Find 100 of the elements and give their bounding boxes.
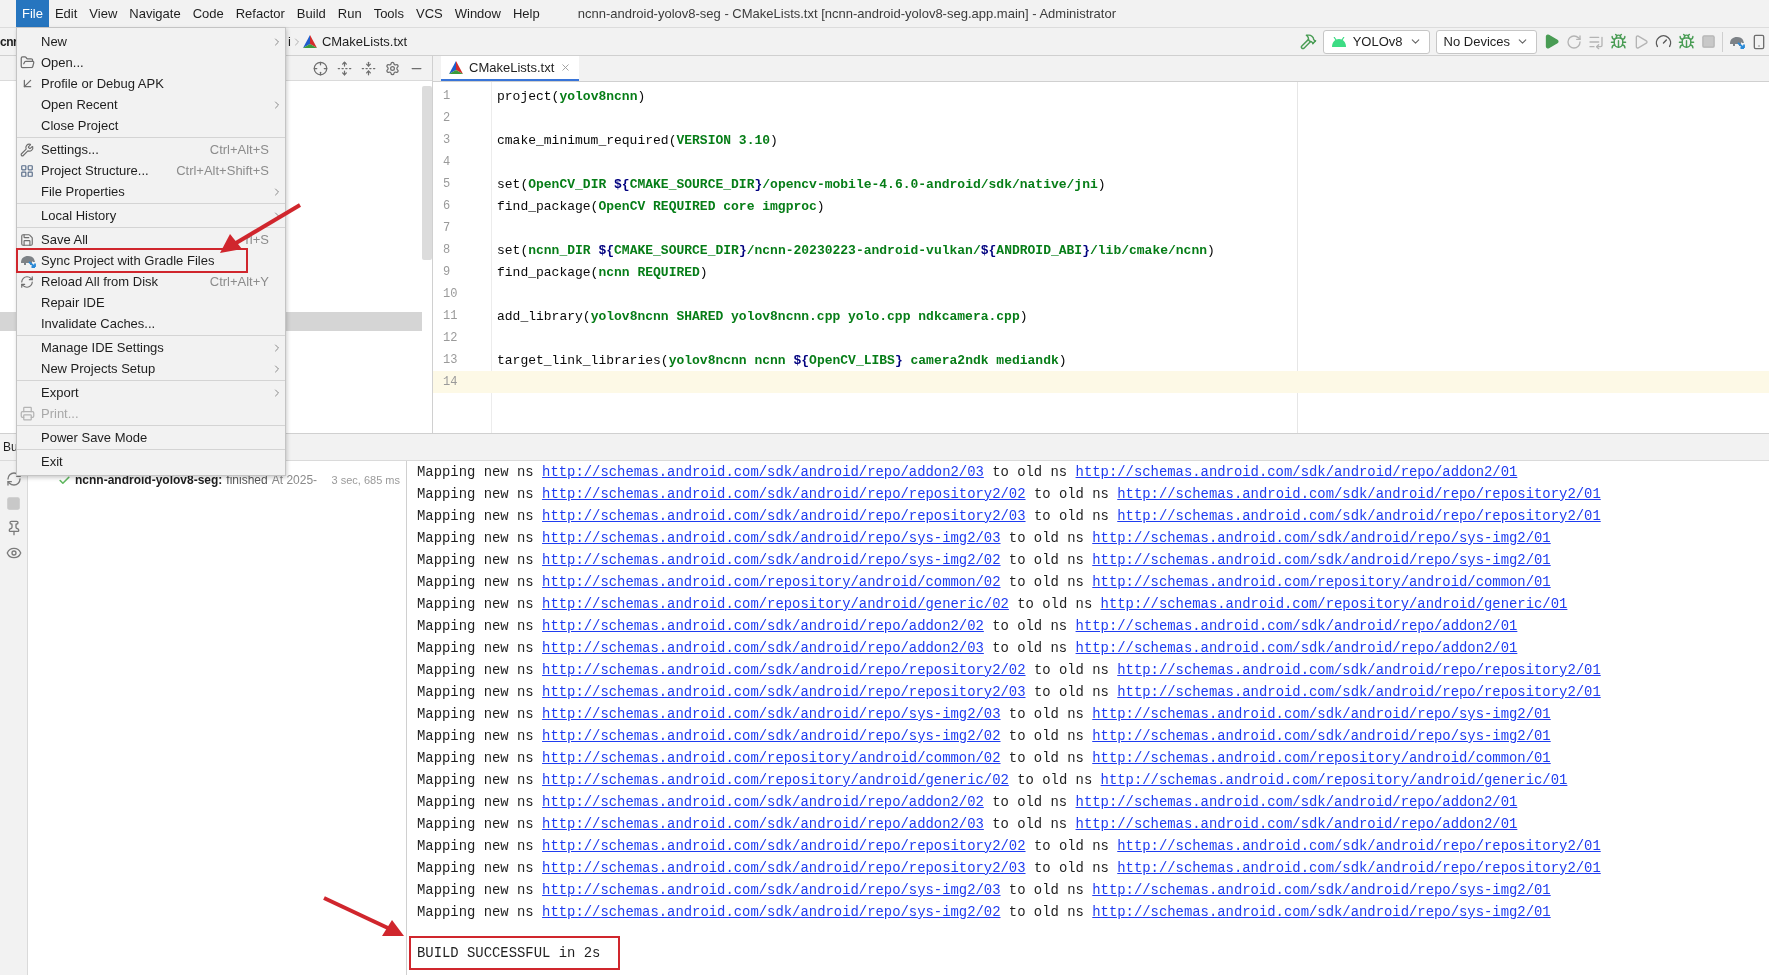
build-task-name[interactable]: ncnn-android-yolov8-seg: — [75, 473, 223, 487]
breadcrumb-item[interactable]: i — [288, 34, 291, 49]
log-link[interactable]: http://schemas.android.com/sdk/android/repo/repository2/03 — [542, 860, 1026, 876]
menu-bar-item[interactable]: Help — [506, 0, 546, 27]
hammer-icon[interactable] — [1299, 33, 1317, 50]
log-link[interactable]: http://schemas.android.com/sdk/android/repo/sys-img2/01 — [1092, 530, 1551, 546]
crosshair-icon[interactable] — [313, 60, 328, 76]
log-link[interactable]: http://schemas.android.com/sdk/android/repo/addon2/02 — [542, 794, 984, 810]
menu-item[interactable]: Repair IDE — [17, 292, 285, 313]
menu-bar-item[interactable]: Build — [290, 0, 332, 27]
stop-icon[interactable] — [1701, 34, 1716, 49]
run-icon[interactable] — [1543, 33, 1560, 50]
log-link[interactable]: http://schemas.android.com/sdk/android/repo/sys-img2/03 — [542, 706, 1001, 722]
menu-bar-item[interactable]: Run — [331, 0, 368, 27]
log-link[interactable]: http://schemas.android.com/sdk/android/repo/sys-img2/02 — [542, 728, 1001, 744]
menu-item[interactable]: New — [17, 31, 285, 52]
log-link[interactable]: http://schemas.android.com/sdk/android/repo/addon2/03 — [542, 640, 984, 656]
log-link[interactable]: http://schemas.android.com/sdk/android/repo/repository2/01 — [1117, 486, 1601, 502]
log-text: Mapping new ns — [417, 706, 534, 722]
gauge-icon[interactable] — [1655, 33, 1672, 50]
menu-item[interactable]: Power Save Mode — [17, 427, 285, 448]
menu-item[interactable]: Invalidate Caches... — [17, 313, 285, 334]
log-link[interactable]: http://schemas.android.com/sdk/android/repo/sys-img2/02 — [542, 904, 1001, 920]
log-link[interactable]: http://schemas.android.com/sdk/android/repo/sys-img2/01 — [1092, 706, 1551, 722]
run-configuration-dropdown[interactable]: YOLOv8 — [1322, 29, 1430, 54]
menu-item[interactable]: File Properties — [17, 181, 285, 202]
menu-item[interactable]: Reload All from Disk Ctrl+Alt+Y — [17, 271, 285, 292]
menu-bar-item[interactable]: Refactor — [229, 0, 291, 27]
menu-bar-item[interactable]: Code — [186, 0, 230, 27]
log-link[interactable]: http://schemas.android.com/repository/android/common/01 — [1092, 574, 1551, 590]
play-icon[interactable] — [1633, 33, 1649, 50]
log-link[interactable]: http://schemas.android.com/sdk/android/repo/sys-img2/03 — [542, 882, 1001, 898]
menu-item[interactable]: Close Project — [17, 115, 285, 136]
close-icon[interactable] — [560, 62, 572, 73]
phone-icon[interactable] — [1751, 33, 1767, 50]
log-link[interactable]: http://schemas.android.com/sdk/android/repo/repository2/03 — [542, 508, 1026, 524]
menu-bar-item[interactable]: VCS — [410, 0, 449, 27]
log-link[interactable]: http://schemas.android.com/sdk/android/repo/repository2/02 — [542, 486, 1026, 502]
log-link[interactable]: http://schemas.android.com/repository/android/common/01 — [1092, 750, 1551, 766]
log-link[interactable]: http://schemas.android.com/repository/android/generic/01 — [1100, 596, 1568, 612]
breadcrumb-item[interactable]: CMakeLists.txt — [321, 34, 408, 49]
log-link[interactable]: http://schemas.android.com/sdk/android/repo/addon2/03 — [542, 464, 984, 480]
log-link[interactable]: http://schemas.android.com/repository/android/generic/02 — [542, 596, 1009, 612]
log-link[interactable]: http://schemas.android.com/sdk/android/repo/sys-img2/01 — [1092, 728, 1551, 744]
log-link[interactable]: http://schemas.android.com/sdk/android/repo/addon2/01 — [1075, 794, 1518, 810]
settings-icon[interactable] — [385, 60, 400, 76]
bug-icon[interactable] — [1610, 33, 1627, 50]
log-link[interactable]: http://schemas.android.com/sdk/android/repo/addon2/01 — [1075, 464, 1518, 480]
log-text: to old ns — [1033, 486, 1109, 502]
log-link[interactable]: http://schemas.android.com/repository/android/generic/01 — [1100, 772, 1568, 788]
device-dropdown[interactable]: No Devices — [1435, 29, 1537, 54]
log-link[interactable]: http://schemas.android.com/sdk/android/repo/repository2/02 — [542, 838, 1026, 854]
menu-item[interactable]: Export — [17, 382, 285, 403]
log-link[interactable]: http://schemas.android.com/sdk/android/repo/repository2/02 — [542, 662, 1026, 678]
menu-item[interactable]: Settings... Ctrl+Alt+S — [17, 139, 285, 160]
log-link[interactable]: http://schemas.android.com/repository/android/common/02 — [542, 574, 1001, 590]
eye-icon[interactable] — [5, 545, 22, 561]
menu-item[interactable]: Open... — [17, 52, 285, 73]
menu-item[interactable]: Profile or Debug APK — [17, 73, 285, 94]
menu-bar-item[interactable]: File — [16, 0, 49, 27]
collapse-all-icon[interactable] — [361, 60, 376, 76]
log-link[interactable]: http://schemas.android.com/sdk/android/repo/repository2/01 — [1117, 838, 1601, 854]
menu-item[interactable]: Manage IDE Settings — [17, 337, 285, 358]
menu-item[interactable]: New Projects Setup — [17, 358, 285, 379]
menu-bar-item[interactable]: Navigate — [123, 0, 187, 27]
log-link[interactable]: http://schemas.android.com/repository/android/generic/02 — [542, 772, 1009, 788]
log-link[interactable]: http://schemas.android.com/sdk/android/repo/sys-img2/01 — [1092, 882, 1551, 898]
editor-tab[interactable]: CMakeLists.txt — [441, 56, 580, 81]
menu-item[interactable]: Project Structure... Ctrl+Alt+Shift+S — [17, 160, 285, 181]
log-text: Mapping new ns — [417, 838, 534, 854]
log-text: Mapping new ns — [417, 904, 534, 920]
log-text: to old ns — [1017, 596, 1093, 612]
log-link[interactable]: http://schemas.android.com/sdk/android/repo/sys-img2/02 — [542, 552, 1001, 568]
log-link[interactable]: http://schemas.android.com/sdk/android/repo/addon2/01 — [1075, 640, 1518, 656]
log-link[interactable]: http://schemas.android.com/sdk/android/repo/sys-img2/01 — [1092, 904, 1551, 920]
log-link[interactable]: http://schemas.android.com/sdk/android/repo/repository2/01 — [1117, 508, 1601, 524]
menu-item[interactable]: Local History — [17, 205, 285, 226]
log-link[interactable]: http://schemas.android.com/repository/android/common/02 — [542, 750, 1001, 766]
menu-item[interactable]: Sync Project with Gradle Files — [17, 250, 285, 271]
scrollbar-thumb[interactable] — [422, 86, 432, 260]
log-link[interactable]: http://schemas.android.com/sdk/android/repo/repository2/01 — [1117, 860, 1601, 876]
rerun-icon[interactable] — [1566, 33, 1582, 50]
log-link[interactable]: http://schemas.android.com/sdk/android/repo/repository2/01 — [1117, 662, 1601, 678]
log-link[interactable]: http://schemas.android.com/sdk/android/repo/repository2/03 — [542, 684, 1026, 700]
log-link[interactable]: http://schemas.android.com/sdk/android/repo/repository2/01 — [1117, 684, 1601, 700]
log-link[interactable]: http://schemas.android.com/sdk/android/repo/addon2/03 — [542, 816, 984, 832]
log-link[interactable]: http://schemas.android.com/sdk/android/repo/addon2/02 — [542, 618, 984, 634]
log-link[interactable]: http://schemas.android.com/sdk/android/repo/addon2/01 — [1075, 816, 1518, 832]
menu-item[interactable]: Exit — [17, 451, 285, 472]
line-number: 5 — [442, 177, 452, 191]
menu-item[interactable]: Open Recent — [17, 94, 285, 115]
log-link[interactable]: http://schemas.android.com/sdk/android/repo/addon2/01 — [1075, 618, 1518, 634]
bug-icon[interactable] — [1678, 33, 1695, 50]
menu-bar-item[interactable]: View — [83, 0, 124, 27]
expand-all-icon[interactable] — [337, 60, 352, 76]
log-link[interactable]: http://schemas.android.com/sdk/android/repo/sys-img2/01 — [1092, 552, 1551, 568]
menu-bar-item[interactable]: Edit — [48, 0, 84, 27]
menu-bar-item[interactable]: Tools — [367, 0, 410, 27]
menu-bar-item[interactable]: Window — [448, 0, 507, 27]
log-link[interactable]: http://schemas.android.com/sdk/android/repo/sys-img2/03 — [542, 530, 1001, 546]
